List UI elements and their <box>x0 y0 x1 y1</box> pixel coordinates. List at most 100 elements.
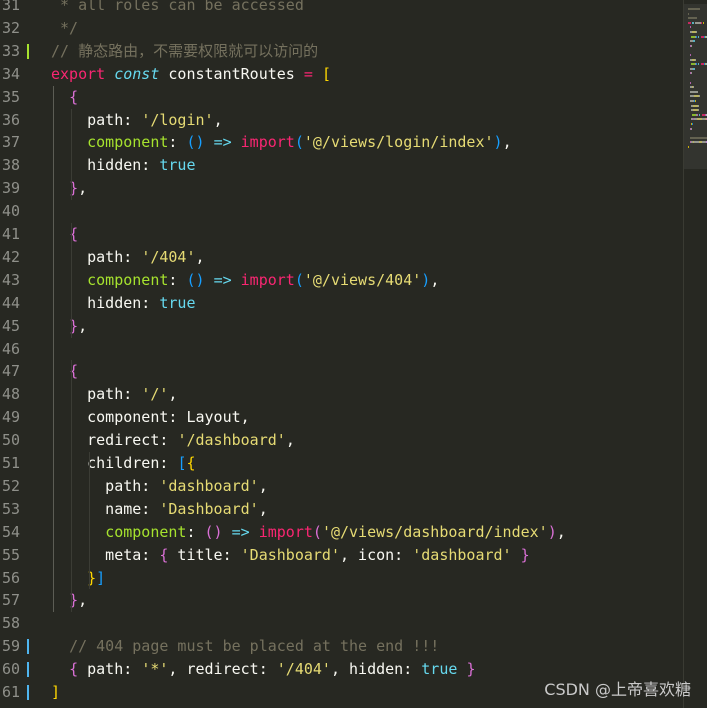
diff-indicator[interactable] <box>27 43 29 59</box>
code-token: true <box>159 156 196 175</box>
line-number: 49 <box>1 408 20 427</box>
code-token: ( <box>312 522 322 541</box>
code-line[interactable]: 44 hidden: true <box>0 292 680 315</box>
code-text: path: '/', <box>51 383 177 406</box>
minimap-token <box>703 21 705 24</box>
code-line[interactable]: 31 * all roles can be accessed <box>0 0 680 17</box>
code-line[interactable]: 49 component: Layout, <box>0 406 680 429</box>
code-token: 'dashboard' <box>159 476 259 495</box>
code-line[interactable]: 59 // 404 page must be placed at the end… <box>0 635 680 658</box>
code-token: , <box>78 316 88 335</box>
code-token: '/404' <box>276 660 331 679</box>
code-line[interactable]: 38 hidden: true <box>0 154 680 177</box>
code-line[interactable]: 56 }] <box>0 567 680 590</box>
code-text: name: 'Dashboard', <box>51 498 268 521</box>
code-line[interactable]: 58 <box>0 612 680 635</box>
code-text: hidden: true <box>51 154 196 177</box>
minimap[interactable] <box>683 0 707 708</box>
code-line[interactable]: 57 }, <box>0 589 680 612</box>
code-text: // 静态路由，不需要权限就可以访问的 <box>51 40 318 63</box>
code-text: path: 'dashboard', <box>51 475 268 498</box>
diff-indicator[interactable] <box>27 639 29 655</box>
code-line[interactable]: 35 { <box>0 86 680 109</box>
code-line[interactable]: 47 { <box>0 360 680 383</box>
code-line[interactable]: 46 <box>0 338 680 361</box>
minimap-token <box>689 81 691 84</box>
code-token: 'Dashboard' <box>159 499 259 518</box>
code-token: path: <box>51 476 160 495</box>
code-token: , icon: <box>340 545 413 564</box>
code-token: => <box>213 133 232 152</box>
code-line[interactable]: 52 path: 'dashboard', <box>0 475 680 498</box>
minimap-token <box>689 54 691 56</box>
code-token: hidden: <box>51 156 160 175</box>
line-number: 55 <box>1 545 20 564</box>
code-token: () <box>204 522 223 541</box>
code-line[interactable]: 50 redirect: '/dashboard', <box>0 429 680 452</box>
line-number: 39 <box>1 179 20 198</box>
code-editor[interactable]: 31 * all roles can be accessed 32 */33// … <box>0 0 680 708</box>
minimap-token <box>695 63 697 66</box>
code-line[interactable]: 51 children: [{ <box>0 452 680 475</box>
minimap-token <box>695 35 697 38</box>
code-text: // 404 page must be placed at the end !!… <box>51 635 439 658</box>
code-token: path: <box>51 385 142 404</box>
code-token: import <box>240 133 295 152</box>
code-line[interactable]: 54 component: () => import('@/views/dash… <box>0 521 680 544</box>
line-number: 61 <box>1 683 20 701</box>
line-number: 36 <box>1 110 20 129</box>
code-line[interactable]: 33 // 静态路由，不需要权限就可以访问的 <box>0 40 680 63</box>
code-token: : <box>168 270 187 289</box>
code-text: }, <box>51 315 87 338</box>
code-line[interactable]: 39 }, <box>0 177 680 200</box>
code-token: ( <box>294 133 304 152</box>
minimap-token <box>698 35 700 38</box>
code-token: [ <box>321 64 331 83</box>
line-number: 59 <box>1 637 20 656</box>
code-line[interactable]: 55 meta: { title: 'Dashboard', icon: 'da… <box>0 544 680 567</box>
code-text: hidden: true <box>51 292 196 315</box>
code-token: { <box>186 454 196 472</box>
code-text: component: () => import('@/views/login/i… <box>51 131 511 154</box>
code-text: */ <box>51 17 78 40</box>
code-text: redirect: '/dashboard', <box>51 429 295 452</box>
code-text: export const constantRoutes = [ <box>51 63 331 86</box>
diff-indicator[interactable] <box>27 685 29 700</box>
diff-indicator[interactable] <box>27 662 29 678</box>
code-line[interactable]: 34 export const constantRoutes = [ <box>0 63 680 86</box>
indent-guide <box>53 85 54 613</box>
minimap-token <box>698 95 700 98</box>
code-token: import <box>258 522 313 541</box>
code-line[interactable]: 36 path: '/login', <box>0 109 680 132</box>
indent-guide <box>89 452 91 590</box>
code-token: * all roles can be accessed <box>51 0 304 14</box>
code-token: // 404 page must be placed at the end !!… <box>69 637 440 656</box>
line-number: 60 <box>1 660 20 679</box>
minimap-token <box>692 40 695 43</box>
minimap-token <box>698 63 700 66</box>
code-line[interactable]: 37 component: () => import('@/views/logi… <box>0 131 680 154</box>
code-token: () <box>186 133 205 152</box>
code-line[interactable]: 32 */ <box>0 17 680 40</box>
code-token: path: <box>51 110 142 129</box>
code-line[interactable]: 53 name: 'Dashboard', <box>0 498 680 521</box>
code-token: ( <box>294 270 304 289</box>
minimap-viewport-slider[interactable] <box>684 4 707 169</box>
code-token: true <box>159 293 196 312</box>
line-number: 52 <box>1 476 20 495</box>
code-line[interactable]: 42 path: '/404', <box>0 246 680 269</box>
code-line[interactable]: 41 { <box>0 223 680 246</box>
code-token: , hidden: <box>330 660 422 679</box>
code-line[interactable]: 48 path: '/', <box>0 383 680 406</box>
line-number: 47 <box>1 362 20 381</box>
minimap-token <box>697 104 699 107</box>
code-line[interactable]: 45 }, <box>0 315 680 338</box>
code-line[interactable]: 43 component: () => import('@/views/404'… <box>0 269 680 292</box>
code-token: { <box>69 87 79 106</box>
code-token: => <box>213 270 232 289</box>
code-line[interactable]: 40 <box>0 200 680 223</box>
